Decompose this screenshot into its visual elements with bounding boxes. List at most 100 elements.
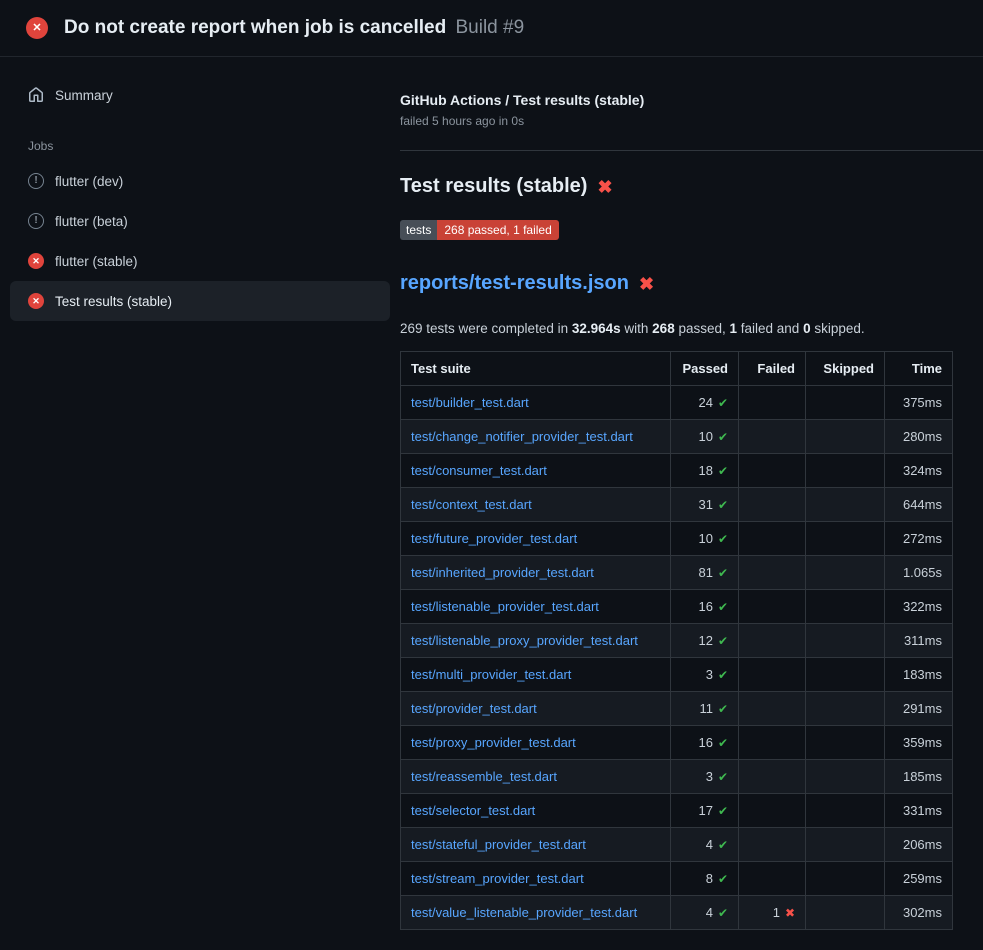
suite-cell: test/provider_test.dart — [401, 692, 671, 726]
failed-count — [739, 454, 806, 488]
failed-x-icon: ✖ — [597, 178, 612, 196]
suite-link[interactable]: test/multi_provider_test.dart — [411, 667, 571, 682]
failed-count — [739, 522, 806, 556]
time-value: 331ms — [885, 794, 953, 828]
passed-count: 8✔ — [671, 862, 739, 896]
report-title: reports/test-results.json ✖ — [400, 272, 953, 295]
summary-text: passed, — [675, 321, 730, 336]
time-value: 359ms — [885, 726, 953, 760]
suite-link[interactable]: test/stream_provider_test.dart — [411, 871, 584, 886]
table-row: test/reassemble_test.dart3✔185ms — [401, 760, 953, 794]
summary-text: failed and — [737, 321, 803, 336]
suite-link[interactable]: test/change_notifier_provider_test.dart — [411, 429, 633, 444]
skipped-count — [806, 454, 885, 488]
report-link[interactable]: reports/test-results.json — [400, 272, 629, 295]
skipped-count — [806, 828, 885, 862]
page-title: Do not create report when job is cancell… — [64, 17, 524, 39]
failed-count — [739, 692, 806, 726]
check-icon: ✔ — [718, 668, 728, 682]
table-row: test/change_notifier_provider_test.dart1… — [401, 420, 953, 454]
failed-count — [739, 488, 806, 522]
suite-cell: test/stateful_provider_test.dart — [401, 828, 671, 862]
table-row: test/value_listenable_provider_test.dart… — [401, 896, 953, 930]
suite-cell: test/listenable_provider_test.dart — [401, 590, 671, 624]
column-header: Skipped — [806, 352, 885, 386]
suite-link[interactable]: test/inherited_provider_test.dart — [411, 565, 594, 580]
check-icon: ✔ — [718, 566, 728, 580]
suite-link[interactable]: test/selector_test.dart — [411, 803, 535, 818]
layout: Summary Jobs !flutter (dev)!flutter (bet… — [0, 57, 983, 950]
failed-count: 1✖ — [739, 896, 806, 930]
passed-count: 3✔ — [671, 658, 739, 692]
suite-link[interactable]: test/value_listenable_provider_test.dart — [411, 905, 637, 920]
table-row: test/provider_test.dart 11✔ 291ms — [401, 692, 953, 726]
failed-count — [739, 386, 806, 420]
skipped-count — [806, 692, 885, 726]
suite-link[interactable]: test/consumer_test.dart — [411, 463, 547, 478]
suite-link[interactable]: test/listenable_proxy_provider_test.dart — [411, 633, 638, 648]
summary-text: 269 tests were completed in — [400, 321, 572, 336]
skipped-count — [806, 488, 885, 522]
skipped-count — [806, 386, 885, 420]
suite-link[interactable]: test/provider_test.dart — [411, 701, 537, 716]
suite-cell: test/proxy_provider_test.dart — [401, 726, 671, 760]
failed-count — [739, 420, 806, 454]
suite-cell: test/change_notifier_provider_test.dart — [401, 420, 671, 454]
suite-link[interactable]: test/stateful_provider_test.dart — [411, 837, 586, 852]
suite-link[interactable]: test/listenable_provider_test.dart — [411, 599, 599, 614]
time-value: 280ms — [885, 420, 953, 454]
skipped-count — [806, 420, 885, 454]
test-summary: 269 tests were completed in 32.964s with… — [400, 321, 953, 336]
sidebar-item-job[interactable]: !flutter (beta) — [10, 201, 390, 241]
summary-passed-count: 268 — [652, 321, 675, 336]
table-row: test/stateful_provider_test.dart4✔206ms — [401, 828, 953, 862]
skipped-count — [806, 658, 885, 692]
suite-link[interactable]: test/reassemble_test.dart — [411, 769, 557, 784]
failed-count — [739, 794, 806, 828]
skipped-count — [806, 522, 885, 556]
time-value: 311ms — [885, 624, 953, 658]
passed-count: 3✔ — [671, 760, 739, 794]
suite-link[interactable]: test/future_provider_test.dart — [411, 531, 577, 546]
suite-cell: test/multi_provider_test.dart — [401, 658, 671, 692]
column-header: Time — [885, 352, 953, 386]
jobs-list: !flutter (dev)!flutter (beta)✕flutter (s… — [0, 161, 400, 321]
check-icon: ✔ — [718, 906, 728, 920]
check-icon: ✔ — [718, 736, 728, 750]
table-row: test/selector_test.dart17✔331ms — [401, 794, 953, 828]
suite-link[interactable]: test/proxy_provider_test.dart — [411, 735, 576, 750]
sidebar-item-summary[interactable]: Summary — [10, 75, 390, 115]
skipped-count — [806, 760, 885, 794]
table-row: test/builder_test.dart24✔375ms — [401, 386, 953, 420]
section-title: Test results (stable) ✖ — [400, 175, 953, 198]
passed-count: 11✔ — [671, 692, 739, 726]
suite-cell: test/stream_provider_test.dart — [401, 862, 671, 896]
failed-count — [739, 760, 806, 794]
table-header-row: Test suitePassedFailedSkippedTime — [401, 352, 953, 386]
sidebar-item-job[interactable]: ✕flutter (stable) — [10, 241, 390, 281]
time-value: 291ms — [885, 692, 953, 726]
passed-count: 4✔ — [671, 828, 739, 862]
sidebar-item-job[interactable]: ✕Test results (stable) — [10, 281, 390, 321]
workflow-run-title: Do not create report when job is cancell… — [64, 17, 446, 38]
time-value: 644ms — [885, 488, 953, 522]
badge-value: 268 passed, 1 failed — [437, 220, 558, 240]
summary-text: with — [621, 321, 653, 336]
cross-icon: ✖ — [785, 906, 795, 920]
failed-icon: ✕ — [28, 293, 44, 309]
passed-count: 31✔ — [671, 488, 739, 522]
skipped-count — [806, 896, 885, 930]
sidebar-item-job[interactable]: !flutter (dev) — [10, 161, 390, 201]
sidebar-item-label: flutter (dev) — [55, 174, 123, 189]
passed-count: 16✔ — [671, 726, 739, 760]
failed-x-icon: ✖ — [639, 275, 654, 293]
summary-failed-count: 1 — [730, 321, 738, 336]
column-header: Test suite — [401, 352, 671, 386]
suite-link[interactable]: test/builder_test.dart — [411, 395, 529, 410]
check-icon: ✔ — [718, 770, 728, 784]
skipped-count — [806, 624, 885, 658]
suite-link[interactable]: test/context_test.dart — [411, 497, 532, 512]
column-header: Failed — [739, 352, 806, 386]
suite-cell: test/future_provider_test.dart — [401, 522, 671, 556]
run-status-line: failed 5 hours ago in 0s — [400, 114, 953, 128]
